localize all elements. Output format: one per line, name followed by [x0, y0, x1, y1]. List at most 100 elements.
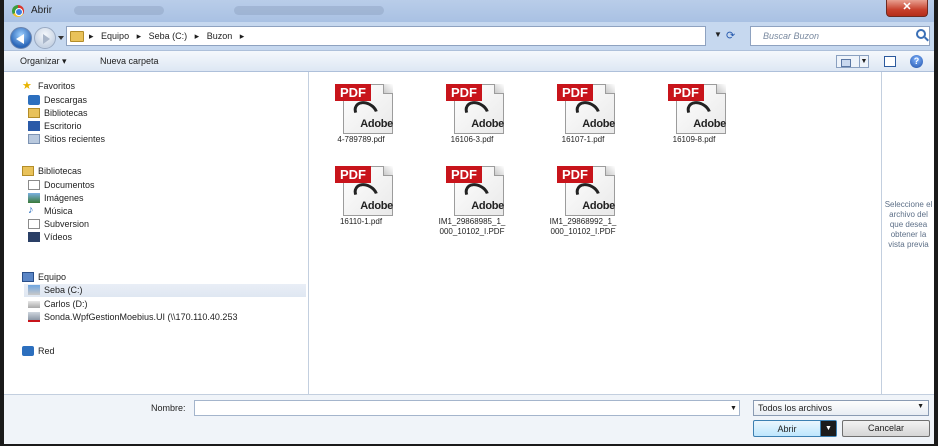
change-view-icon[interactable] — [836, 55, 860, 68]
star-icon: ★ — [22, 80, 32, 92]
breadcrumb-equipo[interactable]: Equipo — [101, 31, 129, 41]
open-file-dialog: Abrir ✕ ▸ Equipo ▸ Seba (C:) ▸ Buzon ▸ ▼… — [0, 0, 938, 446]
pictures-icon — [28, 193, 40, 203]
close-button[interactable]: ✕ — [886, 0, 928, 17]
adobe-label: Adobe — [471, 200, 504, 212]
breadcrumb-seba[interactable]: Seba (C:) — [149, 31, 188, 41]
nav-network-drive[interactable]: Sonda.WpfGestionMoebius.UI (\\170.110.40… — [28, 311, 308, 324]
file-item[interactable]: PDF Adobe IM1_29868985_1_ 000_10102_I.PDF — [434, 164, 510, 244]
documents-icon — [28, 180, 40, 190]
nav-label: Escritorio — [44, 121, 82, 131]
music-icon: ♪ — [28, 204, 34, 216]
address-bar[interactable]: ▸ Equipo ▸ Seba (C:) ▸ Buzon ▸ — [66, 26, 706, 46]
refresh-icon[interactable]: ⟳ — [726, 29, 735, 42]
nav-red[interactable]: Red — [22, 345, 222, 358]
nav-label: Imágenes — [44, 193, 84, 203]
history-dropdown-icon[interactable] — [58, 36, 64, 40]
nav-label: Favoritos — [38, 81, 76, 91]
address-dropdown-icon[interactable]: ▼ — [714, 30, 722, 39]
file-item[interactable]: PDF Adobe IM1_29868992_1_ 000_10102_I.PDF — [545, 164, 621, 244]
pdf-band: PDF — [446, 166, 482, 183]
file-name: IM1_29868992_1_ 000_10102_I.PDF — [549, 217, 617, 236]
open-button-label: Abrir — [777, 424, 797, 434]
back-button[interactable] — [10, 27, 32, 49]
adobe-label: Adobe — [360, 118, 393, 130]
open-options-dropdown-icon[interactable]: ▼ — [820, 421, 836, 436]
nav-videos[interactable]: Vídeos — [28, 231, 228, 244]
nav-label: Bibliotecas — [44, 108, 88, 118]
command-bar: Organizar ▾ Nueva carpeta ▼ ? — [4, 50, 934, 72]
file-type-value: Todos los archivos — [758, 403, 833, 413]
help-icon[interactable]: ? — [910, 55, 923, 68]
nav-label: Equipo — [38, 272, 67, 282]
organize-button[interactable]: Organizar ▾ — [20, 56, 67, 67]
nav-imagenes[interactable]: Imágenes — [28, 192, 228, 205]
search-input[interactable]: Buscar Buzon — [750, 26, 930, 46]
nav-label: Red — [38, 346, 55, 356]
file-name: 16109-8.pdf — [672, 135, 716, 144]
nav-subversion[interactable]: Subversion — [28, 218, 228, 231]
network-icon — [22, 346, 34, 356]
computer-icon — [22, 272, 34, 282]
search-icon[interactable] — [916, 29, 926, 39]
nav-label: Seba (C:) — [44, 285, 83, 295]
pdf-band: PDF — [557, 166, 593, 183]
drive-icon — [28, 301, 40, 308]
preview-pane: Seleccione el archivo del que desea obte… — [881, 72, 934, 394]
nav-descargas[interactable]: Descargas — [28, 94, 228, 107]
preview-pane-icon[interactable] — [884, 56, 896, 67]
pdf-file-icon: PDF Adobe — [335, 164, 397, 216]
pdf-file-icon: PDF Adobe — [557, 82, 619, 134]
navigation-pane[interactable]: ★ Favoritos Descargas Bibliotecas Escrit… — [4, 72, 309, 394]
address-row: ▸ Equipo ▸ Seba (C:) ▸ Buzon ▸ ▼ ⟳ Busca… — [4, 22, 934, 50]
title-bar[interactable]: Abrir ✕ — [4, 0, 934, 22]
blurred-title-text — [234, 6, 384, 15]
forward-button[interactable] — [34, 27, 56, 49]
file-item[interactable]: PDF Adobe 16110-1.pdf — [323, 164, 399, 244]
file-item[interactable]: PDF Adobe 16106-3.pdf — [434, 82, 510, 162]
nav-carlos-d[interactable]: Carlos (D:) — [28, 298, 228, 311]
recent-places-icon — [28, 134, 40, 144]
breadcrumb-buzon[interactable]: Buzon — [207, 31, 233, 41]
downloads-icon — [28, 95, 40, 105]
adobe-label: Adobe — [693, 118, 726, 130]
nav-bibliotecas[interactable]: Bibliotecas — [22, 165, 222, 178]
nav-bibliotecas-fav[interactable]: Bibliotecas — [28, 107, 228, 120]
breadcrumb-separator: ▸ — [136, 31, 142, 41]
nav-seba-c[interactable]: Seba (C:) — [24, 284, 306, 297]
nav-favorites[interactable]: ★ Favoritos — [22, 80, 222, 93]
pdf-band: PDF — [446, 84, 482, 101]
filename-input[interactable] — [194, 400, 740, 416]
filename-dropdown-icon[interactable]: ▼ — [730, 405, 737, 412]
nav-documentos[interactable]: Documentos — [28, 179, 228, 192]
file-name: 16110-1.pdf — [339, 217, 383, 226]
cancel-button[interactable]: Cancelar — [842, 420, 930, 437]
nav-label: Música — [44, 206, 73, 216]
nav-label: Subversion — [44, 219, 90, 229]
drive-icon — [28, 285, 40, 295]
pdf-band: PDF — [557, 84, 593, 101]
pdf-file-icon: PDF Adobe — [446, 82, 508, 134]
videos-icon — [28, 232, 40, 242]
file-type-select[interactable]: Todos los archivos ▼ — [753, 400, 929, 416]
nav-label: Descargas — [44, 95, 88, 105]
pdf-file-icon: PDF Adobe — [557, 164, 619, 216]
file-list[interactable]: PDF Adobe 4-789789.pdf PDF Adobe 16106-3… — [309, 72, 881, 394]
breadcrumb-separator: ▸ — [194, 31, 200, 41]
nav-musica[interactable]: ♪ Música — [28, 204, 228, 218]
breadcrumb-separator: ▸ — [89, 31, 94, 41]
nav-label: Sonda.WpfGestionMoebius.UI (\\170.110.40… — [44, 312, 238, 322]
pdf-band: PDF — [335, 84, 371, 101]
adobe-label: Adobe — [582, 118, 615, 130]
file-item[interactable]: PDF Adobe 4-789789.pdf — [323, 82, 399, 162]
nav-equipo[interactable]: Equipo — [22, 271, 222, 284]
file-item[interactable]: PDF Adobe 16107-1.pdf — [545, 82, 621, 162]
new-folder-button[interactable]: Nueva carpeta — [100, 56, 159, 66]
nav-escritorio[interactable]: Escritorio — [28, 120, 228, 133]
file-item[interactable]: PDF Adobe 16109-8.pdf — [656, 82, 732, 162]
open-button[interactable]: Abrir ▼ — [753, 420, 837, 437]
nav-sitios-recientes[interactable]: Sitios recientes — [28, 133, 228, 146]
file-name: 16107-1.pdf — [561, 135, 605, 144]
view-dropdown-icon[interactable]: ▼ — [860, 55, 869, 68]
nav-label: Bibliotecas — [38, 166, 82, 176]
